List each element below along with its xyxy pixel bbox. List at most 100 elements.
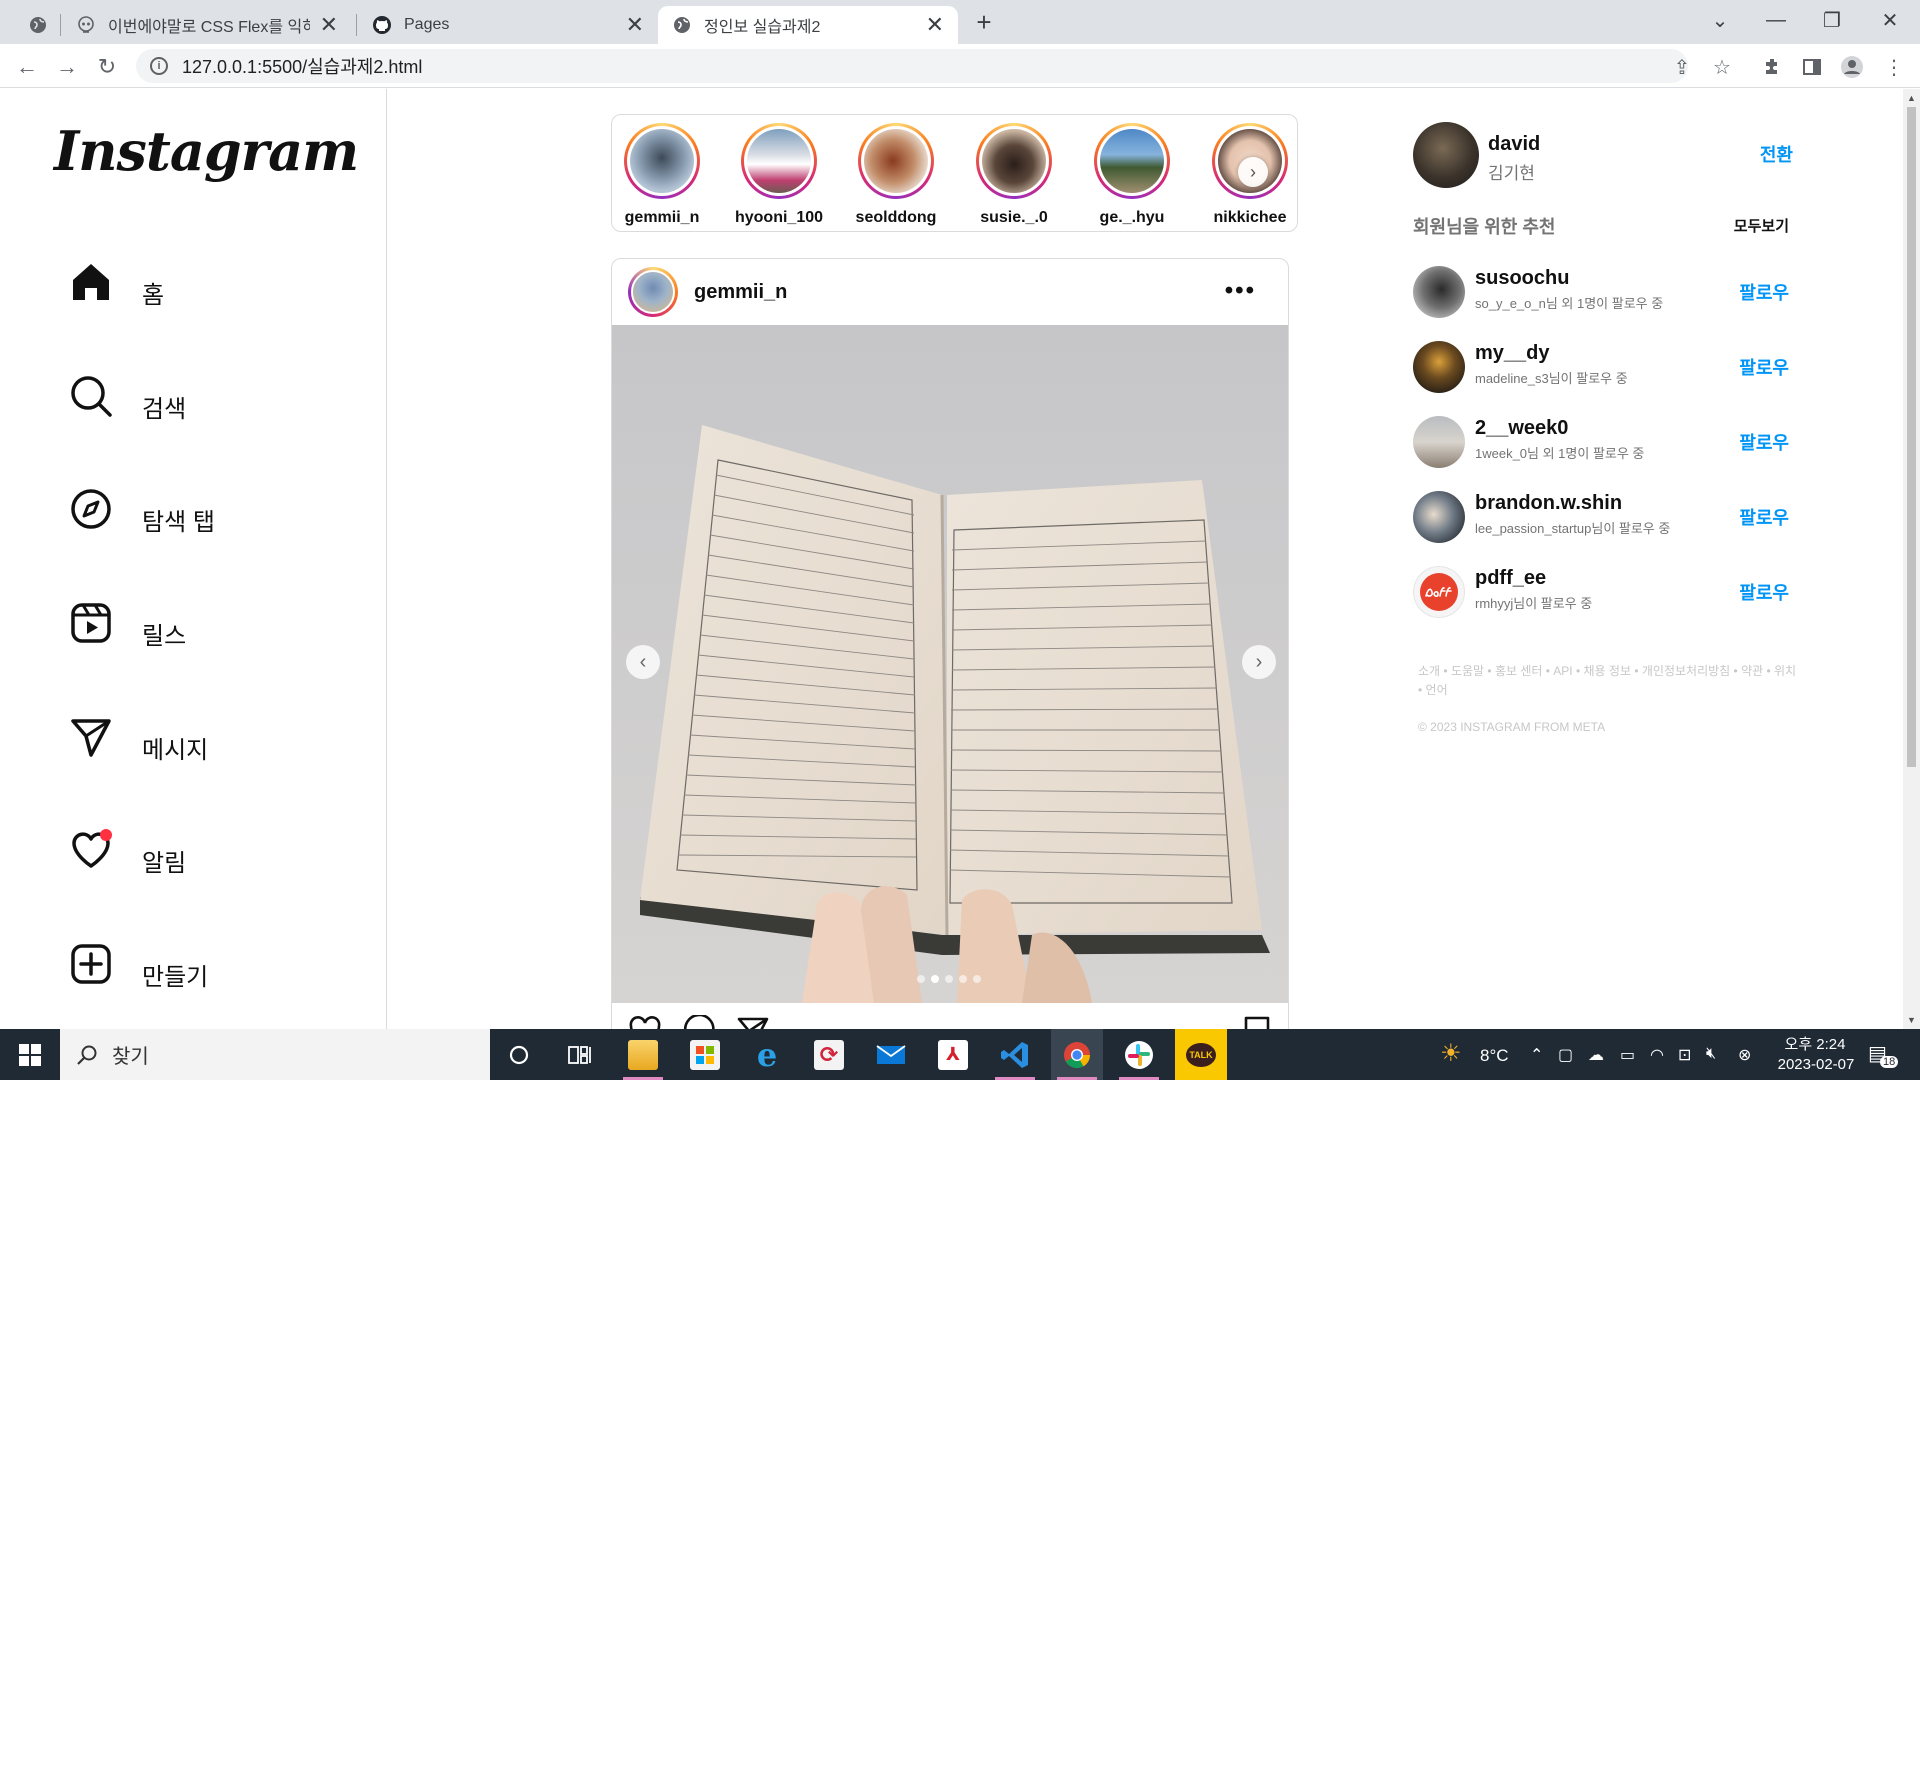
avatar[interactable] bbox=[1413, 416, 1465, 468]
nav-reels[interactable]: 릴스 bbox=[68, 594, 186, 651]
share-send-icon[interactable] bbox=[736, 1015, 770, 1029]
nav-home[interactable]: 홈 bbox=[68, 253, 164, 310]
pinned-tab[interactable] bbox=[14, 6, 58, 44]
follow-button[interactable]: 팔로우 bbox=[1739, 504, 1789, 530]
story-item[interactable]: susie._.0 bbox=[964, 123, 1064, 227]
instagram-logo[interactable]: Instagram bbox=[54, 119, 359, 183]
avatar[interactable] bbox=[1413, 122, 1479, 188]
clock-time[interactable]: 오후 2:24 bbox=[1775, 1033, 1855, 1054]
suggestion-username[interactable]: pdff_ee bbox=[1475, 567, 1546, 590]
tab-search-icon[interactable]: ⌄ bbox=[1692, 4, 1748, 36]
vscode-icon[interactable] bbox=[989, 1029, 1041, 1080]
battery-icon[interactable]: ▭ bbox=[1620, 1045, 1635, 1065]
acrobat-icon[interactable]: ⅄ bbox=[927, 1029, 979, 1080]
page-scrollbar[interactable]: ▲ ▼ bbox=[1903, 89, 1920, 1029]
close-window-icon[interactable]: ✕ bbox=[1862, 4, 1918, 36]
post-avatar[interactable] bbox=[628, 267, 678, 317]
post-image[interactable]: ‹ › bbox=[612, 325, 1288, 1003]
nav-explore[interactable]: 탐색 탭 bbox=[68, 480, 215, 537]
like-heart-icon[interactable] bbox=[628, 1015, 662, 1029]
restore-icon[interactable]: ❐ bbox=[1804, 4, 1860, 36]
close-tab-icon[interactable]: ✕ bbox=[320, 14, 338, 36]
comment-icon[interactable] bbox=[682, 1015, 716, 1029]
footer-links[interactable]: 소개 • 도움말 • 홍보 센터 • API • 채용 정보 • 개인정보처리방… bbox=[1418, 662, 1798, 700]
current-username[interactable]: david bbox=[1488, 133, 1540, 156]
cortana-icon[interactable] bbox=[493, 1029, 545, 1080]
microsoft-store-icon[interactable] bbox=[679, 1029, 731, 1080]
save-bookmark-icon[interactable] bbox=[1240, 1015, 1274, 1029]
volume-muted-icon[interactable]: 🔇︎ bbox=[1706, 1045, 1716, 1063]
minimize-icon[interactable]: — bbox=[1748, 4, 1804, 36]
nav-notifications[interactable]: 알림 bbox=[68, 821, 186, 878]
task-view-icon[interactable] bbox=[554, 1029, 606, 1080]
close-tab-icon[interactable]: ✕ bbox=[626, 14, 644, 36]
bookmark-star-icon[interactable]: ☆ bbox=[1708, 53, 1736, 81]
more-options-icon[interactable]: ••• bbox=[1225, 277, 1256, 305]
follow-button[interactable]: 팔로우 bbox=[1739, 429, 1789, 455]
address-bar[interactable]: i 127.0.0.1:5500/실습과제2.html bbox=[136, 49, 1688, 83]
chevron-up-icon[interactable]: ⌃ bbox=[1530, 1045, 1543, 1065]
extensions-icon[interactable] bbox=[1758, 53, 1786, 81]
avatar bbox=[864, 129, 928, 193]
slack-icon[interactable] bbox=[1113, 1029, 1165, 1080]
forward-icon[interactable]: → bbox=[52, 52, 82, 82]
share-icon[interactable]: ⇪ bbox=[1668, 53, 1696, 81]
follow-button[interactable]: 팔로우 bbox=[1739, 279, 1789, 305]
reload-icon[interactable]: ↻ bbox=[92, 52, 122, 82]
wifi-icon[interactable]: ◠ bbox=[1650, 1045, 1664, 1065]
sync-app-icon[interactable]: ⟳ bbox=[803, 1029, 855, 1080]
tab-pages[interactable]: Pages ✕ bbox=[358, 6, 658, 44]
story-item[interactable]: seolddong bbox=[846, 123, 946, 227]
mail-icon[interactable] bbox=[865, 1029, 917, 1080]
file-explorer-icon[interactable] bbox=[617, 1029, 669, 1080]
close-circle-icon[interactable]: ⊗ bbox=[1738, 1045, 1751, 1065]
post-username[interactable]: gemmii_n bbox=[694, 281, 787, 304]
new-tab-button[interactable]: + bbox=[968, 6, 1000, 38]
weather-temp[interactable]: 8°C bbox=[1480, 1046, 1509, 1066]
internet-explorer-icon[interactable]: e bbox=[741, 1029, 793, 1080]
story-item[interactable]: gemmii_n bbox=[612, 123, 712, 227]
profile-icon[interactable] bbox=[1838, 53, 1866, 81]
meet-icon[interactable]: ▢ bbox=[1558, 1045, 1573, 1065]
story-item[interactable]: hyooni_100 bbox=[729, 123, 829, 227]
nav-create[interactable]: 만들기 bbox=[68, 935, 208, 992]
follow-button[interactable]: 팔로우 bbox=[1739, 579, 1789, 605]
follow-button[interactable]: 팔로우 bbox=[1739, 354, 1789, 380]
suggestion-username[interactable]: susoochu bbox=[1475, 267, 1569, 290]
clock-date[interactable]: 2023-02-07 bbox=[1766, 1056, 1866, 1073]
weather-icon[interactable]: ☀ bbox=[1440, 1039, 1462, 1068]
suggestion-username[interactable]: brandon.w.shin bbox=[1475, 492, 1622, 515]
avatar[interactable] bbox=[1413, 566, 1465, 618]
windows-start-icon[interactable] bbox=[0, 1029, 60, 1080]
chrome-menu-icon[interactable]: ⋮ bbox=[1880, 53, 1908, 81]
back-icon[interactable]: ← bbox=[12, 52, 42, 82]
carousel-prev-button[interactable]: ‹ bbox=[626, 645, 660, 679]
display-icon[interactable]: ⊡ bbox=[1678, 1045, 1691, 1065]
taskbar-search-input[interactable]: 찾기 bbox=[60, 1029, 490, 1080]
nav-messages[interactable]: 메시지 bbox=[68, 708, 208, 765]
nav-label: 메시지 bbox=[142, 737, 209, 764]
onedrive-icon[interactable]: ☁ bbox=[1588, 1045, 1604, 1065]
scrollbar-thumb[interactable] bbox=[1907, 107, 1916, 767]
avatar[interactable] bbox=[1413, 491, 1465, 543]
story-item[interactable]: ge._.hyu bbox=[1082, 123, 1182, 227]
avatar[interactable] bbox=[1413, 266, 1465, 318]
kakaotalk-icon[interactable]: TALK bbox=[1175, 1029, 1227, 1080]
stories-next-button[interactable]: › bbox=[1238, 157, 1268, 187]
avatar bbox=[1100, 129, 1164, 193]
suggestion-username[interactable]: my__dy bbox=[1475, 342, 1550, 365]
tab-css-flex[interactable]: 이번에야말로 CSS Flex를 익혀보 ✕ bbox=[62, 6, 352, 44]
suggestion-username[interactable]: 2__week0 bbox=[1475, 417, 1568, 440]
chrome-icon[interactable] bbox=[1051, 1029, 1103, 1080]
close-tab-icon[interactable]: ✕ bbox=[926, 14, 944, 36]
tab-assignment[interactable]: 정인보 실습과제2 ✕ bbox=[658, 6, 958, 44]
scroll-up-icon[interactable]: ▲ bbox=[1907, 93, 1916, 103]
carousel-next-button[interactable]: › bbox=[1242, 645, 1276, 679]
switch-account-button[interactable]: 전환 bbox=[1760, 141, 1793, 167]
avatar[interactable] bbox=[1413, 341, 1465, 393]
nav-search[interactable]: 검색 bbox=[68, 367, 186, 424]
see-all-button[interactable]: 모두보기 bbox=[1734, 215, 1789, 236]
side-panel-icon[interactable] bbox=[1798, 53, 1826, 81]
site-info-icon[interactable]: i bbox=[150, 57, 168, 75]
scroll-down-icon[interactable]: ▼ bbox=[1907, 1015, 1916, 1025]
